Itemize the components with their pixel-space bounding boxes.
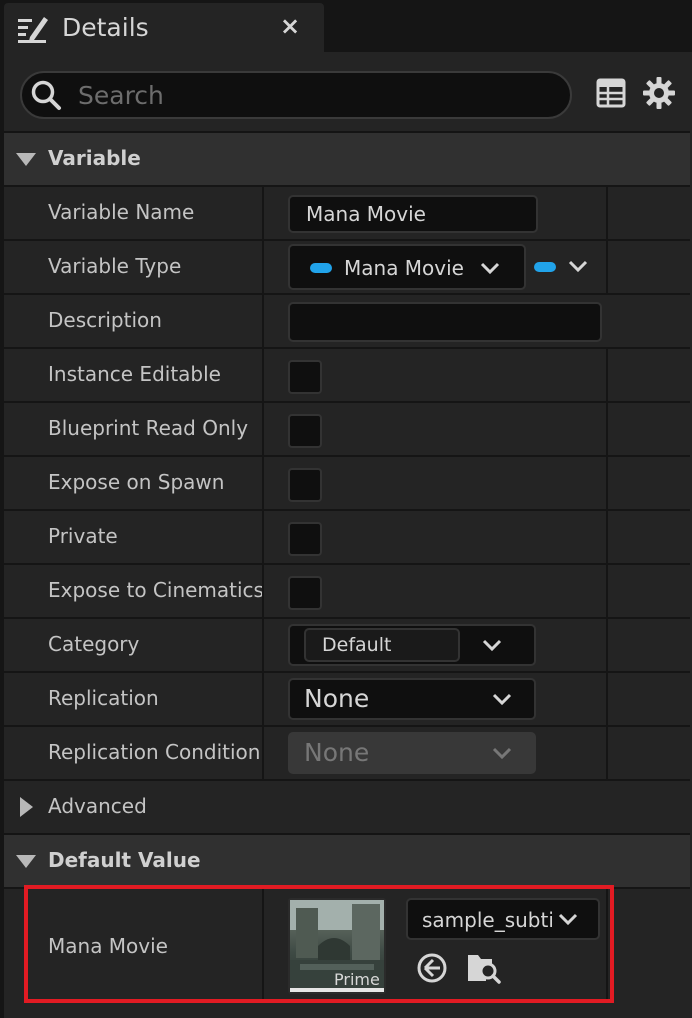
property-matrix-icon[interactable] (596, 78, 626, 108)
replication-condition-value: None (304, 738, 370, 767)
row-category: Category Default (4, 617, 690, 671)
instance-editable-checkbox[interactable] (288, 360, 322, 394)
row-variable-type: Variable Type Mana Movie (4, 239, 690, 293)
search-icon (31, 80, 61, 110)
gear-icon[interactable] (642, 76, 676, 110)
property-label: Variable Type (48, 254, 182, 278)
replication-condition-dropdown: None (288, 732, 536, 774)
property-label: Private (48, 524, 118, 548)
highlight-box (24, 885, 614, 1003)
description-field[interactable] (288, 302, 602, 342)
row-blueprint-read-only: Blueprint Read Only (4, 401, 690, 455)
row-replication-condition: Replication Condition None (4, 725, 690, 779)
property-label: Replication Condition (48, 740, 261, 764)
tab-title: Details (62, 13, 149, 42)
property-label: Expose on Spawn (48, 470, 225, 494)
variable-type-dropdown[interactable]: Mana Movie (288, 244, 526, 290)
category-combo[interactable]: Default (288, 624, 536, 666)
row-description: Description (4, 293, 690, 347)
property-label: Blueprint Read Only (48, 416, 249, 440)
category-value: Default (322, 634, 392, 656)
search-box (20, 71, 572, 119)
container-type-dropdown[interactable] (532, 251, 596, 283)
row-private: Private (4, 509, 690, 563)
expose-to-cinematics-checkbox[interactable] (288, 576, 322, 610)
chevron-down-icon (492, 693, 512, 706)
replication-value: None (304, 684, 370, 713)
replication-dropdown[interactable]: None (288, 678, 536, 720)
variable-name-field[interactable]: Mana Movie (288, 195, 538, 233)
section-variable[interactable]: Variable (4, 131, 690, 185)
expanded-arrow-icon (16, 855, 36, 868)
details-pencil-icon (18, 17, 48, 43)
container-pin-icon (534, 262, 556, 272)
row-instance-editable: Instance Editable (4, 347, 690, 401)
row-expose-on-spawn: Expose on Spawn (4, 455, 690, 509)
variable-type-value: Mana Movie (344, 256, 464, 280)
category-text-field[interactable]: Default (304, 628, 460, 662)
property-label: Category (48, 632, 140, 656)
property-label: Replication (48, 686, 159, 710)
collapsed-arrow-icon (20, 797, 33, 817)
section-label: Variable (48, 146, 141, 170)
row-variable-name: Variable Name Mana Movie (4, 185, 690, 239)
expose-on-spawn-checkbox[interactable] (288, 468, 322, 502)
section-label: Advanced (48, 794, 147, 818)
blueprint-read-only-checkbox[interactable] (288, 414, 322, 448)
section-advanced[interactable]: Advanced (4, 779, 690, 833)
close-icon[interactable]: × (280, 12, 300, 40)
property-label: Expose to Cinematics (48, 578, 264, 602)
section-label: Default Value (48, 848, 201, 872)
section-default-value[interactable]: Default Value (4, 833, 690, 887)
chevron-down-icon (568, 260, 588, 273)
row-replication: Replication None (4, 671, 690, 725)
property-label: Variable Name (48, 200, 195, 224)
chevron-down-icon[interactable] (482, 639, 502, 653)
property-label: Instance Editable (48, 362, 221, 386)
chevron-down-icon (480, 262, 500, 275)
search-input[interactable] (76, 77, 560, 113)
tab-details[interactable]: Details × (4, 3, 324, 52)
private-checkbox[interactable] (288, 522, 322, 556)
tab-bar: Details × (0, 0, 692, 52)
chevron-down-icon (492, 747, 512, 760)
row-expose-to-cinematics: Expose to Cinematics (4, 563, 690, 617)
expanded-arrow-icon (16, 153, 36, 166)
pin-type-icon (310, 263, 332, 273)
property-label: Description (48, 308, 162, 332)
